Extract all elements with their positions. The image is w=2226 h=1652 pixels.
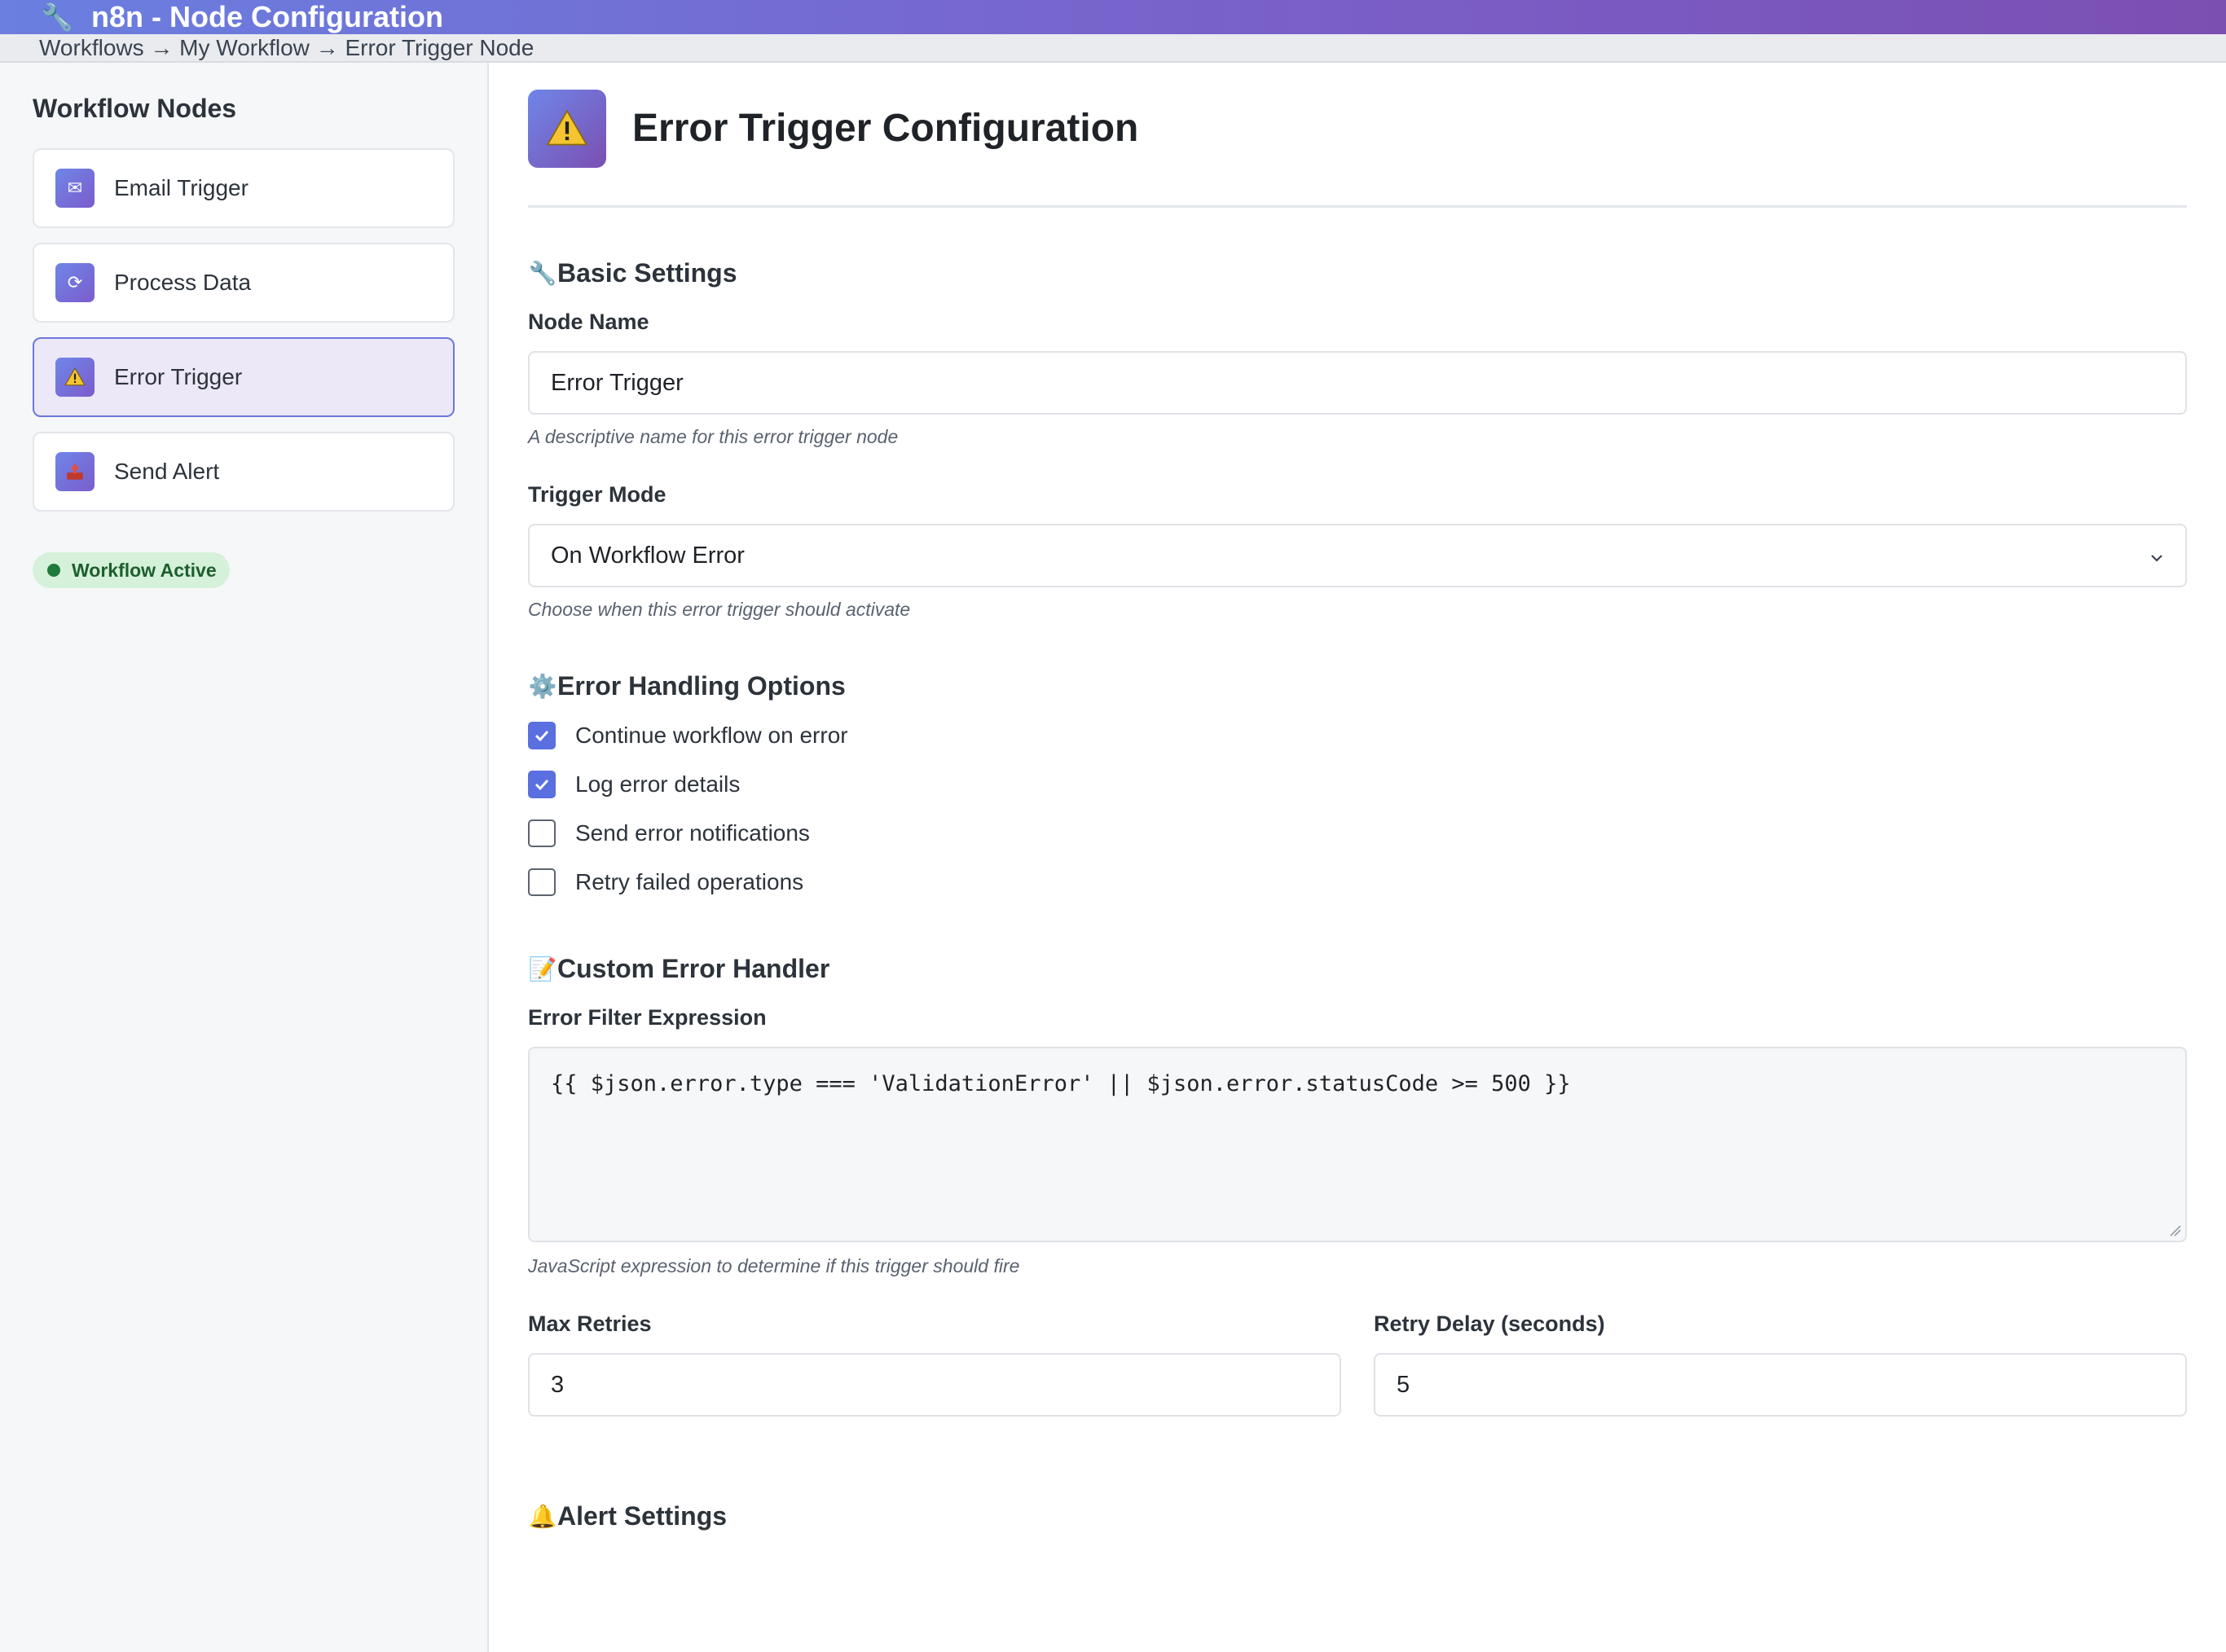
outbox-icon — [55, 452, 95, 491]
max-retries-label: Max Retries — [528, 1311, 652, 1336]
sidebar: Workflow Nodes ✉ Email Trigger ⟳ Process… — [0, 63, 489, 1652]
sidebar-item-error-trigger[interactable]: Error Trigger — [33, 337, 455, 417]
sidebar-item-label: Email Trigger — [114, 175, 249, 200]
section-basic-settings: 🔧 Basic Settings — [528, 258, 2187, 288]
max-retries-group: Max Retries 3 — [528, 1311, 1341, 1417]
sidebar-item-label: Process Data — [114, 270, 252, 295]
page-header: Error Trigger Configuration — [528, 63, 2187, 208]
refresh-icon: ⟳ — [55, 263, 95, 302]
wrench-icon: 🔧 — [41, 2, 73, 32]
option-send-error-notifications[interactable]: Send error notifications — [528, 809, 2187, 858]
option-label: Continue workflow on error — [575, 723, 848, 748]
trigger-mode-hint: Choose when this error trigger should ac… — [528, 599, 911, 620]
expression-textarea[interactable]: {{ $json.error.type === 'ValidationError… — [528, 1047, 2187, 1242]
breadcrumb-bar: Workflows → My Workflow → Error Trigger … — [0, 34, 2226, 63]
checkbox-checked[interactable] — [528, 771, 556, 798]
checkbox-unchecked[interactable] — [528, 868, 556, 896]
node-name-hint: A descriptive name for this error trigge… — [528, 426, 899, 447]
sidebar-item-process-data[interactable]: ⟳ Process Data — [33, 243, 455, 323]
option-retry-failed-operations[interactable]: Retry failed operations — [528, 858, 2187, 907]
title-bar: 🔧 n8n - Node Configuration — [0, 0, 2226, 34]
max-retries-input[interactable]: 3 — [528, 1353, 1341, 1417]
node-name-label: Node Name — [528, 310, 649, 334]
status-dot-icon — [47, 564, 60, 577]
retry-delay-input[interactable]: 5 — [1374, 1353, 2187, 1417]
envelope-icon: ✉ — [55, 169, 95, 208]
sidebar-item-label: Error Trigger — [114, 364, 243, 389]
sidebar-item-email-trigger[interactable]: ✉ Email Trigger — [33, 148, 455, 228]
checkbox-checked[interactable] — [528, 722, 556, 749]
sidebar-title: Workflow Nodes — [33, 94, 237, 123]
section-error-handling: ⚙️ Error Handling Options — [528, 671, 2187, 701]
section-heading: Basic Settings — [557, 258, 737, 288]
page-title: Error Trigger Configuration — [632, 107, 1139, 150]
retry-delay-group: Retry Delay (seconds) 5 — [1374, 1311, 2187, 1417]
wrench-icon: 🔧 — [528, 261, 557, 286]
status-badge: Workflow Active — [33, 552, 230, 588]
gear-icon: ⚙️ — [528, 674, 557, 699]
sidebar-item-send-alert[interactable]: Send Alert — [33, 432, 455, 512]
bell-icon: 🔔 — [528, 1504, 557, 1529]
node-name-value: Error Trigger — [551, 369, 684, 396]
sidebar-item-label: Send Alert — [114, 459, 220, 484]
breadcrumb[interactable]: Workflows → My Workflow → Error Trigger … — [39, 35, 534, 61]
section-heading: Alert Settings — [557, 1501, 728, 1531]
expression-hint: JavaScript expression to determine if th… — [528, 1255, 1020, 1276]
trigger-mode-select[interactable]: On Workflow Error — [528, 524, 2187, 587]
checkbox-unchecked[interactable] — [528, 819, 556, 847]
retry-delay-value: 5 — [1397, 1371, 1410, 1398]
retry-delay-label: Retry Delay (seconds) — [1374, 1311, 1605, 1336]
warning-icon — [528, 89, 606, 168]
chevron-down-icon — [2149, 543, 2164, 569]
status-text: Workflow Active — [72, 559, 217, 581]
memo-icon: 📝 — [528, 956, 557, 982]
option-label: Log error details — [575, 771, 741, 797]
node-name-input[interactable]: Error Trigger — [528, 351, 2187, 415]
section-heading: Error Handling Options — [557, 671, 846, 701]
warning-icon — [55, 358, 95, 397]
expression-value: {{ $json.error.type === 'ValidationError… — [551, 1071, 1571, 1096]
section-alert-settings: 🔔 Alert Settings — [528, 1501, 2187, 1531]
trigger-mode-label: Trigger Mode — [528, 482, 666, 507]
option-log-error-details[interactable]: Log error details — [528, 760, 2187, 809]
option-label: Send error notifications — [575, 820, 810, 846]
trigger-mode-value: On Workflow Error — [551, 542, 745, 569]
main-panel: Error Trigger Configuration 🔧 Basic Sett… — [528, 63, 2187, 1531]
section-custom-error-handler: 📝 Custom Error Handler — [528, 954, 2187, 984]
option-label: Retry failed operations — [575, 869, 804, 894]
resize-handle-icon[interactable] — [2167, 1223, 2182, 1237]
option-continue-on-error[interactable]: Continue workflow on error — [528, 711, 2187, 760]
max-retries-value: 3 — [551, 1371, 565, 1398]
window-title: n8n - Node Configuration — [91, 0, 443, 33]
section-heading: Custom Error Handler — [557, 954, 830, 983]
expression-label: Error Filter Expression — [528, 1005, 767, 1030]
